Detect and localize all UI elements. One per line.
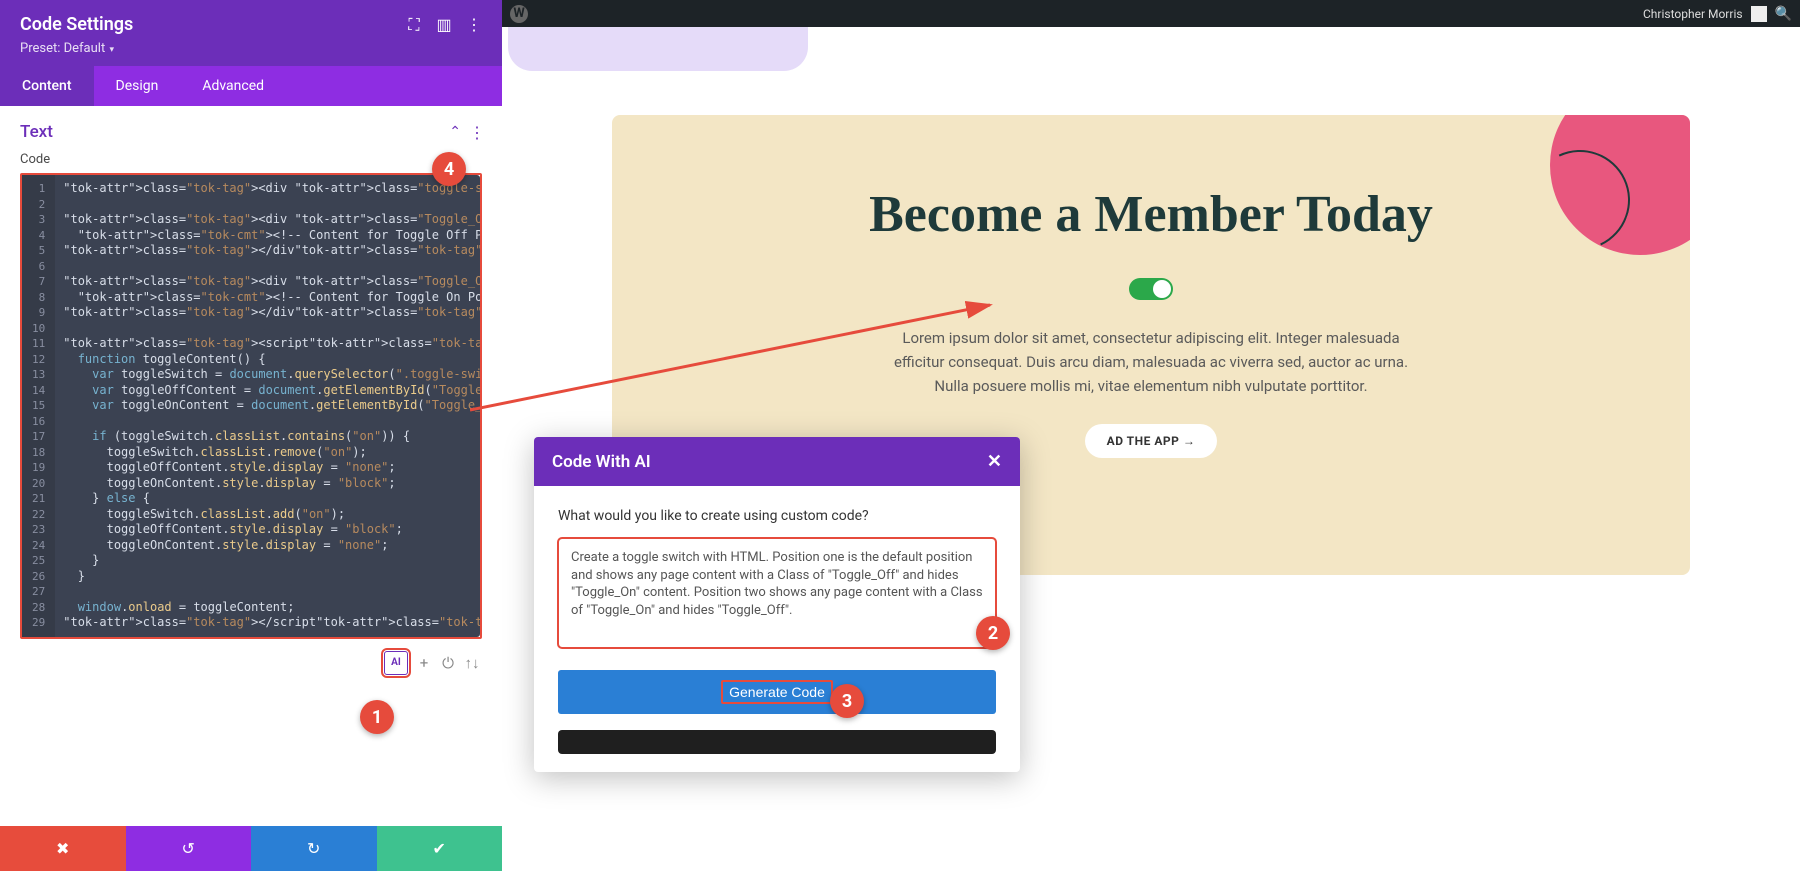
preset-prefix: Preset: [20,41,64,56]
annotation-highlight-4: 1234567891011121314151617181920212223242… [20,173,482,639]
undo-button[interactable]: ↺ [126,826,252,871]
expand-icon[interactable]: ⛶ [406,17,422,33]
preset-selector[interactable]: Preset: Default ▾ [20,41,482,56]
preset-value: Default [64,41,106,56]
section-more-icon[interactable]: ⋮ [469,123,482,142]
user-name[interactable]: Christopher Morris [1643,7,1743,21]
sort-icon[interactable]: ↑↓ [464,654,480,672]
panel-header: Code Settings ⛶ ▥ ⋮ Preset: Default ▾ [0,0,502,66]
bottom-action-bar: ✖ ↺ ↻ ✔ [0,826,502,871]
code-editor[interactable]: 1234567891011121314151617181920212223242… [22,175,480,637]
generate-code-button[interactable]: Generate Code [558,670,996,714]
power-icon[interactable]: ⏻ [440,654,456,672]
annotation-badge-4: 4 [432,152,466,186]
editor-footer: AI + ⏻ ↑↓ [20,639,482,679]
tab-advanced[interactable]: Advanced [180,66,286,106]
toggle-knob [1153,280,1171,298]
annotation-badge-1: 1 [360,700,394,734]
generate-code-label: Generate Code [721,680,833,704]
ai-prompt-input[interactable] [558,538,996,648]
code-preview-strip [558,730,996,754]
columns-icon[interactable]: ▥ [436,17,452,33]
wp-admin-bar: W Christopher Morris 🔍 [502,0,1800,27]
more-icon[interactable]: ⋮ [466,17,482,33]
ai-modal-title: Code With AI [552,452,651,472]
confirm-button[interactable]: ✔ [377,826,503,871]
panel-title: Code Settings [20,14,133,35]
avatar[interactable] [1751,6,1767,22]
search-icon[interactable]: 🔍 [1775,6,1792,22]
hero-title: Become a Member Today [672,185,1630,244]
field-label: Code [20,152,482,167]
chevron-down-icon: ▾ [107,45,114,55]
tab-design[interactable]: Design [94,66,181,106]
ai-question: What would you like to create using cust… [558,508,996,524]
code-body[interactable]: "tok-attr">class="tok-tag"><div "tok-att… [55,175,480,637]
ai-button[interactable]: AI [384,651,408,675]
toggle-switch[interactable] [1129,278,1173,300]
settings-panel: Code Settings ⛶ ▥ ⋮ Preset: Default ▾ Co… [0,0,502,871]
header-decoration [502,27,1800,57]
section-title: Text [20,122,53,142]
line-gutter: 1234567891011121314151617181920212223242… [22,175,55,637]
tab-content[interactable]: Content [0,66,94,106]
content-area: Text ⌃ ⋮ Code 12345678910111213141516171… [0,106,502,826]
wordpress-logo-icon[interactable]: W [510,5,528,23]
add-icon[interactable]: + [416,654,432,672]
close-icon[interactable]: ✕ [987,451,1002,472]
cancel-button[interactable]: ✖ [0,826,126,871]
annotation-badge-3: 3 [830,684,864,718]
redo-button[interactable]: ↻ [251,826,377,871]
collapse-icon[interactable]: ⌃ [449,124,461,140]
tab-bar: Content Design Advanced [0,66,502,106]
annotation-badge-2: 2 [976,616,1010,650]
cta-button[interactable]: AD THE APP → [1085,424,1218,458]
ai-modal: Code With AI ✕ What would you like to cr… [534,437,1020,772]
hero-paragraph: Lorem ipsum dolor sit amet, consectetur … [891,326,1411,398]
